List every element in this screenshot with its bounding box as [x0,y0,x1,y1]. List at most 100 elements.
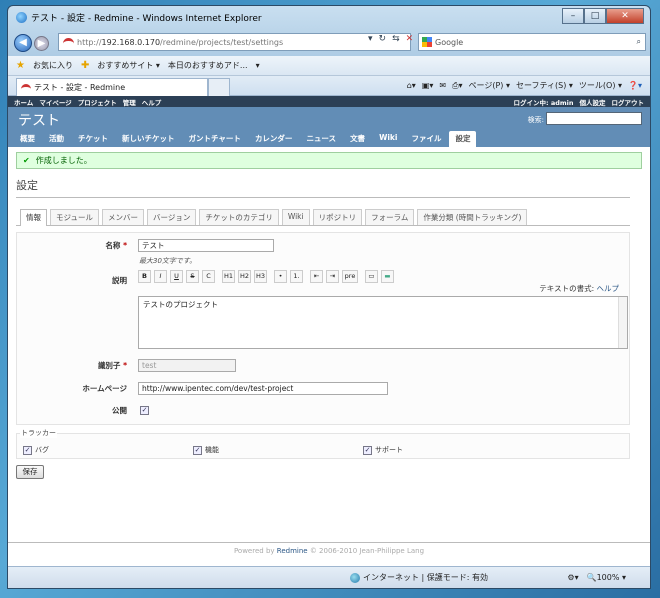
help-icon[interactable]: ❓▾ [628,81,642,90]
numbered-list-button[interactable]: 1. [290,270,303,283]
menu-overview[interactable]: 概要 [14,131,41,147]
url-path: /redmine/projects/test/settings [160,37,284,47]
tracker-feature-checkbox[interactable]: ✓ [193,445,202,455]
menu-documents[interactable]: 文書 [344,131,371,147]
mail-icon[interactable]: ✉ [439,81,446,90]
forward-button[interactable]: ▶ [34,35,49,51]
chevron-down-icon[interactable]: ▾ [256,61,260,70]
menu-settings[interactable]: 設定 [449,131,477,147]
public-checkbox[interactable]: ✓ [140,406,149,415]
menu-activity[interactable]: 活動 [43,131,70,147]
indent-button[interactable]: ⇥ [326,270,339,283]
favorites-bar: ★ お気に入り ✚ おすすめサイト ▾ 本日のおすすめアド... ▾ [8,56,650,76]
tab-wiki[interactable]: Wiki [281,209,310,225]
menu-gantt[interactable]: ガントチャート [183,131,247,147]
fav-item-recommended[interactable]: おすすめサイト ▾ [97,60,160,71]
trackers-legend: トラッカー [20,428,57,438]
stop-icon[interactable]: ✕ [406,34,414,44]
favorites-star-icon[interactable]: ★ [16,60,25,71]
protected-mode-icon[interactable]: ⚙▾ [567,573,578,582]
menu-news[interactable]: ニュース [300,131,342,147]
title-bar: テスト - 設定 - Redmine - Windows Internet Ex… [8,6,650,28]
bullet-list-button[interactable]: • [274,270,287,283]
search-icon[interactable]: ⌕ [637,37,641,47]
tracker-support-checkbox[interactable]: ✓ [363,445,372,455]
code-button[interactable]: C [202,270,215,283]
h2-button[interactable]: H2 [238,270,251,283]
h3-button[interactable]: H3 [254,270,267,283]
refresh-icon[interactable]: ↻ [379,34,387,44]
textarea-scrollbar[interactable] [618,297,627,348]
logged-in-user[interactable]: admin [551,99,574,107]
security-zone[interactable]: インターネット | 保護モード: 有効 [363,572,488,583]
tab-versions[interactable]: バージョン [146,209,197,225]
logout-link[interactable]: ログアウト [612,97,645,107]
name-field[interactable]: テスト [138,239,274,252]
save-button[interactable]: 保存 [16,465,44,479]
close-button[interactable]: ✕ [606,8,644,24]
feeds-icon[interactable]: ▣▾ [422,81,434,90]
underline-button[interactable]: U [170,270,183,283]
pre-button[interactable]: pre [342,270,358,283]
tab-repository[interactable]: リポジトリ [312,209,363,225]
page-menu[interactable]: ページ(P) ▾ [469,80,510,91]
back-button[interactable]: ◀ [14,34,32,52]
tools-menu[interactable]: ツール(O) ▾ [579,80,622,91]
my-account-link[interactable]: 個人設定 [580,97,606,107]
compat-view-icon[interactable]: ⇆ [392,34,400,44]
project-search-input[interactable] [546,112,642,125]
browser-tab[interactable]: テスト - 設定 - Redmine [16,78,208,96]
menu-files[interactable]: ファイル [405,131,447,147]
tab-issue-categories[interactable]: チケットのカテゴリ [199,209,279,225]
tab-activities[interactable]: 作業分類 (時間トラッキング) [417,209,528,225]
public-label: 公開 [112,406,127,415]
print-icon[interactable]: ⎙▾ [452,81,462,91]
name-label: 名称 * [105,241,127,250]
url-scheme: http:// [77,37,102,47]
new-tab-button[interactable] [208,78,230,96]
window-title: テスト - 設定 - Redmine - Windows Internet Ex… [31,13,262,24]
menu-calendar[interactable]: カレンダー [249,131,299,147]
fav-item-addon[interactable]: 本日のおすすめアド... [168,60,248,71]
tracker-bug-checkbox[interactable]: ✓ [23,445,32,455]
favorites-button[interactable]: お気に入り [33,60,73,71]
image-button[interactable]: ▭ [365,270,378,283]
tab-forums[interactable]: フォーラム [365,209,415,225]
menu-wiki[interactable]: Wiki [373,131,403,147]
top-menu-help[interactable]: ヘルプ [142,97,162,107]
address-bar[interactable]: http://192.168.0.170/redmine/projects/te… [58,33,411,51]
dropdown-arrow-icon[interactable]: ▾ [368,34,373,44]
search-box[interactable]: Google ⌕ [418,33,646,51]
wiki-link-button[interactable]: ▬ [381,270,394,283]
minimize-button[interactable]: – [562,8,584,24]
tab-info[interactable]: 情報 [20,209,47,226]
zoom-control[interactable]: 🔍100% ▾ [587,573,626,582]
tab-modules[interactable]: モジュール [50,209,99,225]
page-viewport: ホーム マイページ プロジェクト 管理 ヘルプ ログイン中: admin 個人設… [8,96,650,568]
maximize-button[interactable]: □ [584,8,606,24]
tab-members[interactable]: メンバー [101,209,144,225]
description-label: 説明 [112,276,127,285]
top-menu-projects[interactable]: プロジェクト [78,97,117,107]
home-icon[interactable]: ⌂▾ [407,81,416,90]
menu-issues[interactable]: チケット [72,131,114,147]
top-menu-mypage[interactable]: マイページ [39,97,71,107]
homepage-field[interactable]: http://www.ipentec.com/dev/test-project [138,382,388,395]
italic-button[interactable]: I [154,270,167,283]
top-menu-admin[interactable]: 管理 [123,97,136,107]
outdent-button[interactable]: ⇤ [310,270,323,283]
top-menu-home[interactable]: ホーム [14,97,33,107]
name-note: 最大30文字です。 [139,257,197,265]
menu-new-issue[interactable]: 新しいチケット [116,131,181,147]
bold-button[interactable]: B [138,270,151,283]
safety-menu[interactable]: セーフティ(S) ▾ [516,80,573,91]
help-link[interactable]: ヘルプ [597,284,620,293]
strike-button[interactable]: S [186,270,199,283]
add-favorite-icon[interactable]: ✚ [81,60,89,71]
description-textarea[interactable]: テストのプロジェクト [138,296,628,349]
redmine-link[interactable]: Redmine [277,547,308,555]
description-text: テストのプロジェクト [143,300,218,309]
h1-button[interactable]: H1 [222,270,235,283]
search-engine-label: Google [435,37,464,47]
command-bar: ⌂▾ ▣▾ ✉ ⎙▾ ページ(P) ▾ セーフティ(S) ▾ ツール(O) ▾ … [407,80,642,91]
